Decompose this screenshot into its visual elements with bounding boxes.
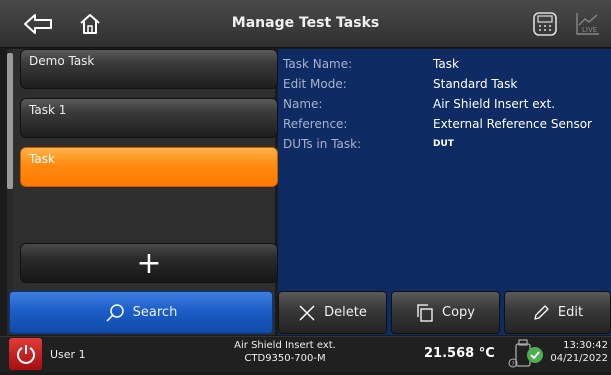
scrollbar-thumb[interactable] <box>7 53 13 189</box>
detail-row-task-name: Task Name: Task <box>278 57 611 77</box>
search-button-label: Search <box>132 305 178 320</box>
home-icon[interactable] <box>74 8 106 40</box>
current-user: User 1 <box>50 348 86 361</box>
temperature-readout: 21.568 °C <box>424 346 495 361</box>
search-button[interactable]: Search <box>9 291 273 334</box>
clock: 13:30:42 04/21/2022 <box>548 339 608 365</box>
calculator-icon[interactable] <box>529 8 561 40</box>
live-chart-icon[interactable]: LIVE <box>572 8 604 40</box>
detail-row-reference: Reference: External Reference Sensor <box>278 117 611 137</box>
task-item-task-selected[interactable]: Task <box>20 147 278 187</box>
task-item-demo-task[interactable]: Demo Task <box>20 49 278 89</box>
delete-x-icon <box>299 304 315 321</box>
device-status-icon[interactable]: ? <box>508 338 548 371</box>
detail-value: Task <box>433 57 459 71</box>
detail-key: Reference: <box>283 117 348 131</box>
delete-button-label: Delete <box>324 305 367 320</box>
back-arrow-icon[interactable] <box>22 8 54 40</box>
task-item-label: Task <box>29 152 55 166</box>
task-item-label: Demo Task <box>29 54 95 68</box>
device-info: Air Shield Insert ext. CTD9350-700-M <box>220 339 350 365</box>
task-item-label: Task 1 <box>29 103 67 117</box>
edit-button-label: Edit <box>557 305 584 320</box>
date-text: 04/21/2022 <box>550 353 608 364</box>
detail-value: Standard Task <box>433 77 518 91</box>
power-icon <box>16 345 35 364</box>
task-item-task-1[interactable]: Task 1 <box>20 98 278 138</box>
device-model: CTD9350-700-M <box>244 353 326 364</box>
delete-button[interactable]: Delete <box>278 291 387 334</box>
copy-button[interactable]: Copy <box>391 291 500 334</box>
detail-key: Edit Mode: <box>283 77 347 91</box>
detail-value: Air Shield Insert ext. <box>433 97 556 111</box>
device-name: Air Shield Insert ext. <box>234 340 336 351</box>
pencil-icon <box>534 304 549 320</box>
detail-key: Name: <box>283 97 323 111</box>
svg-text:?: ? <box>512 361 515 368</box>
copy-button-label: Copy <box>442 305 475 320</box>
detail-value: DUT <box>433 139 454 149</box>
time-text: 13:30:42 <box>563 340 608 351</box>
detail-key: DUTs in Task: <box>283 137 362 151</box>
detail-value: External Reference Sensor <box>433 117 592 131</box>
edit-button[interactable]: Edit <box>504 291 611 334</box>
detail-key: Task Name: <box>283 57 353 71</box>
plus-icon: + <box>136 245 162 281</box>
header-bar: Manage Test Tasks LIVE <box>0 0 611 48</box>
search-icon <box>106 303 124 322</box>
detail-row-duts: DUTs in Task: DUT <box>278 137 611 157</box>
power-button[interactable] <box>9 338 42 370</box>
add-task-button[interactable]: + <box>20 243 278 283</box>
live-label: LIVE <box>582 26 597 34</box>
copy-icon <box>417 303 433 322</box>
detail-row-edit-mode: Edit Mode: Standard Task <box>278 77 611 97</box>
detail-row-name: Name: Air Shield Insert ext. <box>278 97 611 117</box>
